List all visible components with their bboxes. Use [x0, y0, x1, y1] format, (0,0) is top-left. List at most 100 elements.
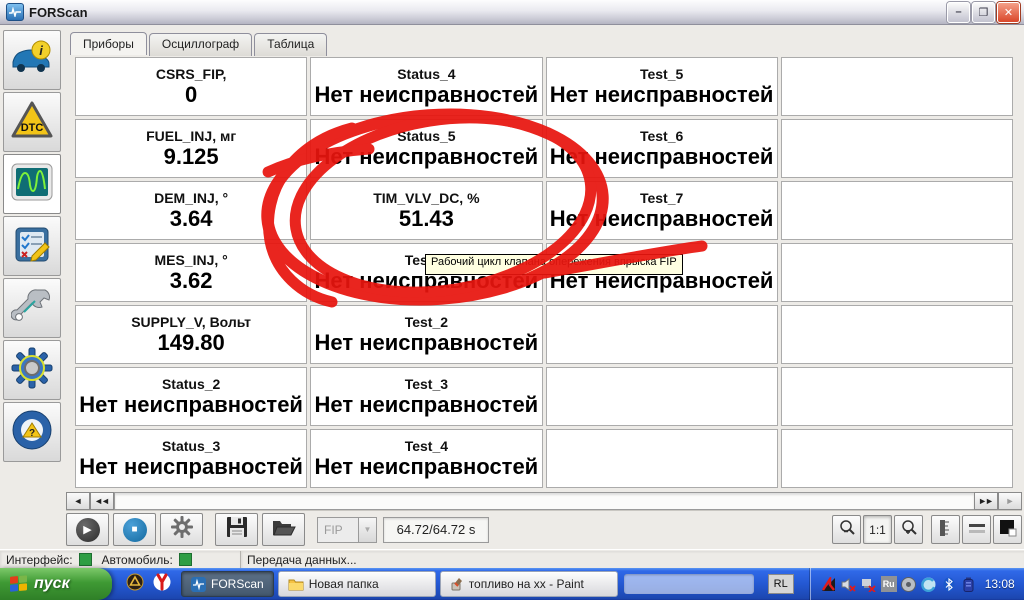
sidebar-item-service[interactable] [3, 278, 61, 338]
tab-oscilloscope[interactable]: Осциллограф [149, 33, 252, 56]
svg-text:?: ? [29, 428, 35, 439]
floppy-disk-icon [226, 516, 248, 543]
gauge-cell[interactable]: Test_2Нет неисправностей [310, 305, 542, 364]
sidebar-item-help[interactable]: ? [3, 402, 61, 462]
status-message: Передача данных... [241, 551, 1024, 568]
ruler-icon [937, 519, 955, 540]
gauge-label: TIM_VLV_DC, % [373, 190, 479, 206]
device-error-tray-icon[interactable] [861, 576, 877, 592]
gauge-cell[interactable]: Status_5Нет неисправностей [310, 119, 542, 178]
sidebar-item-oscilloscope[interactable] [3, 154, 61, 214]
volume-muted-tray-icon[interactable] [841, 576, 857, 592]
sidebar: i DTC [3, 30, 61, 464]
system-tray: Ru 13:08 [810, 568, 1023, 600]
play-button[interactable]: ▶ [66, 513, 109, 546]
gauge-value: Нет неисправностей [315, 82, 539, 108]
minimize-button[interactable]: – [947, 2, 970, 23]
scroll-right-button[interactable]: ► [998, 492, 1022, 510]
gauge-cell [781, 367, 1013, 426]
task-label: топливо на xx - Paint [469, 577, 584, 591]
task-button-paint[interactable]: топливо на xx - Paint [440, 571, 618, 597]
gauge-value: 149.80 [157, 330, 224, 356]
bluetooth-tray-icon[interactable] [941, 576, 957, 592]
gauge-cell[interactable]: Status_2Нет неисправностей [75, 367, 307, 426]
gauge-label: Test_3 [405, 376, 448, 392]
gear-icon [11, 347, 53, 394]
record-settings-button[interactable] [160, 513, 203, 546]
grid-lines-button[interactable] [962, 515, 991, 544]
gauge-label: Status_3 [162, 438, 220, 454]
gauge-value: Нет неисправностей [550, 206, 774, 232]
gauge-cell[interactable]: Test_6Нет неисправностей [546, 119, 778, 178]
yandex-browser-icon[interactable] [153, 573, 171, 596]
sidebar-item-dtc[interactable]: DTC [3, 92, 61, 152]
gauge-value: 3.64 [170, 206, 213, 232]
disc-tray-icon[interactable] [901, 576, 917, 592]
gauge-cell[interactable]: TIM_VLV_DC, %51.43 [310, 181, 542, 240]
keyboard-layout-tray-icon[interactable]: Ru [881, 576, 897, 592]
tab-devices[interactable]: Приборы [70, 32, 147, 55]
start-label: пуск [34, 575, 70, 593]
vehicle-label: Автомобиль: [102, 553, 173, 567]
gauge-value: Нет неисправностей [315, 392, 539, 418]
gauge-cell[interactable]: Test_5Нет неисправностей [546, 57, 778, 116]
gauge-cell[interactable]: Test_3Нет неисправностей [310, 367, 542, 426]
gauge-cell[interactable]: Test_7Нет неисправностей [546, 181, 778, 240]
gauge-label: Test_4 [405, 438, 448, 454]
gauge-label: MES_INJ, ° [154, 252, 227, 268]
profile-dropdown-value: FIP [318, 523, 358, 537]
tab-table[interactable]: Таблица [254, 33, 327, 56]
save-button[interactable] [215, 513, 258, 546]
zoom-reset-button[interactable]: 1:1 [863, 515, 892, 544]
gauge-cell[interactable]: FUEL_INJ, мг9.125 [75, 119, 307, 178]
zoom-in-button[interactable] [894, 515, 923, 544]
app-tray-icon[interactable] [921, 576, 937, 592]
gauge-label: Test_5 [640, 66, 683, 82]
gauge-cell[interactable]: MES_INJ, °3.62 [75, 243, 307, 302]
gauge-cell [546, 367, 778, 426]
play-icon: ▶ [76, 518, 100, 542]
color-scheme-button[interactable] [993, 515, 1022, 544]
gauge-cell[interactable]: SUPPLY_V, Вольт149.80 [75, 305, 307, 364]
battery-tray-icon[interactable] [961, 576, 977, 592]
quick-launch [112, 573, 181, 596]
taskbar-clock[interactable]: 13:08 [985, 577, 1015, 591]
oscilloscope-icon [11, 163, 53, 206]
task-button-folder[interactable]: Новая папка [278, 571, 436, 597]
gauge-label: Test_7 [640, 190, 683, 206]
gauge-cell[interactable]: Test_4Нет неисправностей [310, 429, 542, 488]
antivirus-tray-icon[interactable] [821, 576, 837, 592]
gauge-label: Test_6 [640, 128, 683, 144]
quick-launch-app-icon[interactable] [126, 573, 144, 596]
close-button[interactable]: ✕ [997, 2, 1020, 23]
task-button-forscan[interactable]: FORScan [181, 571, 274, 597]
language-indicator[interactable]: RL [768, 574, 794, 594]
vehicle-status-led [179, 553, 192, 566]
gauge-cell [781, 181, 1013, 240]
gauge-cell[interactable]: Status_4Нет неисправностей [310, 57, 542, 116]
scroll-right-fast-button[interactable]: ►► [974, 492, 998, 510]
gauge-cell[interactable]: CSRS_FIP,0 [75, 57, 307, 116]
gauge-value: Нет неисправностей [550, 82, 774, 108]
zoom-out-button[interactable] [832, 515, 861, 544]
start-button[interactable]: пуск [0, 568, 112, 600]
paint-icon [450, 577, 464, 591]
ruler-button[interactable] [931, 515, 960, 544]
gauge-cell[interactable]: Status_3Нет неисправностей [75, 429, 307, 488]
gauge-cell[interactable]: DEM_INJ, °3.64 [75, 181, 307, 240]
sidebar-item-vehicle-info[interactable]: i [3, 30, 61, 90]
restore-button[interactable]: ❐ [972, 2, 995, 23]
open-file-button[interactable] [262, 513, 305, 546]
steering-wheel-help-icon: ? [11, 409, 53, 456]
sidebar-item-tests[interactable] [3, 216, 61, 276]
stop-button[interactable]: ■ [113, 513, 156, 546]
scroll-left-fast-button[interactable]: ◄◄ [90, 492, 114, 510]
profile-dropdown[interactable]: FIP ▼ [317, 517, 377, 543]
sidebar-item-settings[interactable] [3, 340, 61, 400]
scroll-left-button[interactable]: ◄ [66, 492, 90, 510]
scrollbar-track[interactable] [114, 492, 974, 510]
magnifier-plus-icon [900, 519, 918, 540]
window-titlebar[interactable]: FORScan – ❐ ✕ [0, 0, 1024, 25]
timeline-scrollbar: ◄ ◄◄ ►► ► [66, 492, 1022, 510]
task-label: Новая папка [309, 577, 379, 591]
